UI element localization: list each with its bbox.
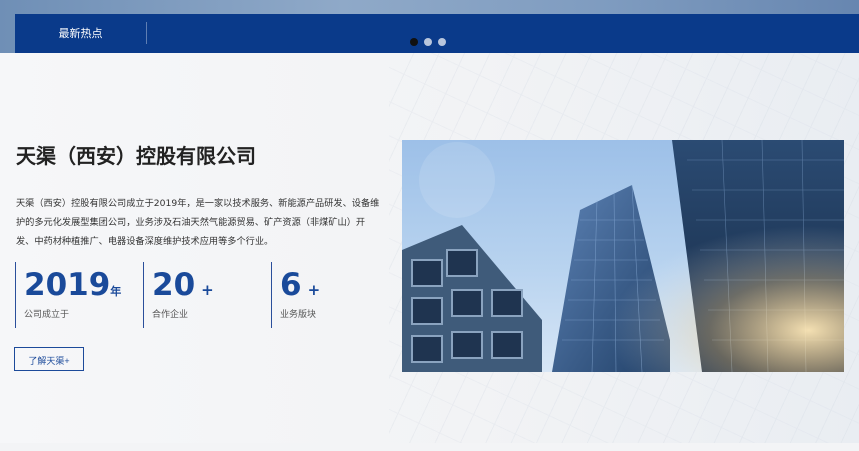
learn-more-button[interactable]: 了解天渠+ xyxy=(14,347,84,371)
stat-value: 2019 xyxy=(24,267,111,303)
stat-value: 6 xyxy=(280,267,302,303)
news-bar: 最新热点 xyxy=(15,14,859,53)
building-photo xyxy=(402,140,844,372)
carousel-dots xyxy=(410,38,446,46)
stat-suffix: 年 xyxy=(110,285,122,298)
stats-row: 2019年 公司成立于 20 + 合作企业 6 + 业务版块 xyxy=(15,262,385,328)
news-separator xyxy=(146,22,147,44)
stat-partners: 20 + 合作企业 xyxy=(143,262,264,328)
stat-business: 6 + 业务版块 xyxy=(271,262,382,328)
stat-label: 业务版块 xyxy=(280,310,317,320)
stat-value: 20 xyxy=(152,267,196,303)
carousel-dot-3[interactable] xyxy=(438,38,446,46)
stat-founded: 2019年 公司成立于 xyxy=(15,262,136,328)
carousel-dot-2[interactable] xyxy=(424,38,432,46)
company-title: 天渠（西安）控股有限公司 xyxy=(16,144,256,168)
stat-label: 公司成立于 xyxy=(24,310,70,320)
carousel-dot-1[interactable] xyxy=(410,38,418,46)
stat-plus: + xyxy=(201,281,214,299)
glass-skyscrapers-photo-icon xyxy=(402,140,844,372)
company-description: 天渠（西安）控股有限公司成立于2019年，是一家以技术服务、新能源产品研发、设备… xyxy=(16,198,380,247)
stat-plus: + xyxy=(307,281,321,299)
stat-label: 合作企业 xyxy=(152,310,189,320)
news-label: 最新热点 xyxy=(58,27,103,40)
